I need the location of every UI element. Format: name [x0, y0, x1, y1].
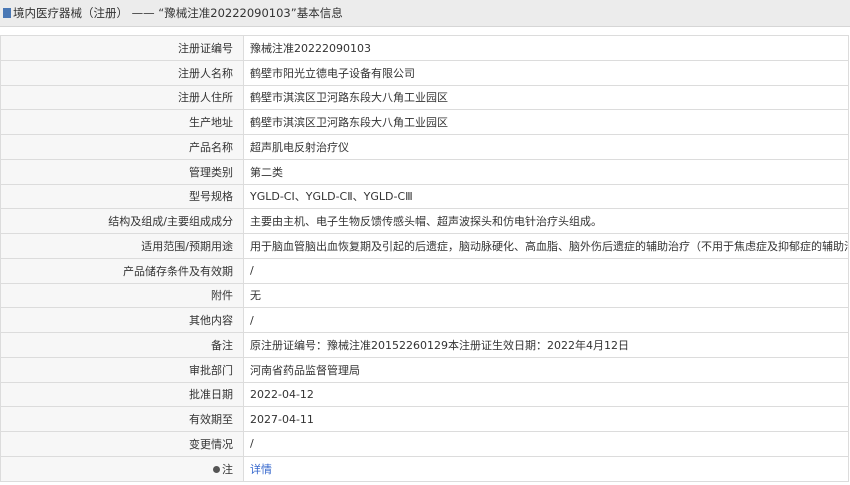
note-value-cell: 详情 — [243, 455, 849, 482]
row-value: 豫械注准20222090103 — [243, 35, 849, 61]
note-label: 注 — [222, 462, 233, 476]
table-row: 注册人住所 鹤壁市淇滨区卫河路东段大八角工业园区 — [0, 84, 849, 111]
row-value: 2027-04-11 — [243, 406, 849, 432]
table-row: 审批部门 河南省药品监督管理局 — [0, 356, 849, 383]
row-value: / — [243, 431, 849, 457]
row-label: 适用范围/预期用途 — [0, 233, 244, 259]
row-value: 用于脑血管脑出血恢复期及引起的后遗症，脑动脉硬化、高血脂、脑外伤后遗症的辅助治疗… — [243, 233, 849, 259]
row-value: 2022-04-12 — [243, 381, 849, 408]
details-link[interactable]: 详情 — [250, 463, 272, 476]
row-value: YGLD-CⅠ、YGLD-CⅡ、YGLD-CⅢ — [243, 183, 849, 210]
row-label: 附件 — [0, 282, 244, 309]
table-row: 备注 原注册证编号：豫械注准20152260129本注册证生效日期：2022年4… — [0, 332, 849, 358]
row-value: / — [243, 257, 849, 284]
note-label-cell: 注 — [0, 455, 244, 482]
row-label: 管理类别 — [0, 158, 244, 185]
table-row: 有效期至 2027-04-11 — [0, 406, 849, 432]
document-icon — [3, 8, 11, 18]
table-row: 批准日期 2022-04-12 — [0, 381, 849, 408]
row-value: 原注册证编号：豫械注准20152260129本注册证生效日期：2022年4月12… — [243, 332, 849, 358]
row-label: 注册人住所 — [0, 84, 244, 111]
row-label: 型号规格 — [0, 183, 244, 210]
table-row: 管理类别 第二类 — [0, 158, 849, 185]
row-value: 鹤壁市阳光立德电子设备有限公司 — [243, 59, 849, 86]
row-value: 超声肌电反射治疗仪 — [243, 134, 849, 160]
table-row: 变更情况 / — [0, 431, 849, 457]
row-label: 注册人名称 — [0, 59, 244, 86]
row-label: 审批部门 — [0, 356, 244, 383]
table-row: 型号规格 YGLD-CⅠ、YGLD-CⅡ、YGLD-CⅢ — [0, 183, 849, 210]
row-value: / — [243, 307, 849, 333]
table-row: 生产地址 鹤壁市淇滨区卫河路东段大八角工业园区 — [0, 109, 849, 135]
row-label: 变更情况 — [0, 431, 244, 457]
row-label: 其他内容 — [0, 307, 244, 333]
row-label: 有效期至 — [0, 406, 244, 432]
row-label: 生产地址 — [0, 109, 244, 135]
row-value: 鹤壁市淇滨区卫河路东段大八角工业园区 — [243, 84, 849, 111]
table-row: 结构及组成/主要组成成分 主要由主机、电子生物反馈传感头帽、超声波探头和仿电针治… — [0, 208, 849, 234]
info-table: 注册证编号 豫械注准20222090103 注册人名称 鹤壁市阳光立德电子设备有… — [0, 35, 849, 482]
table-row: 注册证编号 豫械注准20222090103 — [0, 35, 849, 61]
row-value: 鹤壁市淇滨区卫河路东段大八角工业园区 — [243, 109, 849, 135]
note-row: 注 详情 — [0, 455, 849, 482]
row-value: 无 — [243, 282, 849, 309]
table-row: 产品储存条件及有效期 / — [0, 257, 849, 284]
table-row: 其他内容 / — [0, 307, 849, 333]
row-value: 主要由主机、电子生物反馈传感头帽、超声波探头和仿电针治疗头组成。 — [243, 208, 849, 234]
table-row: 适用范围/预期用途 用于脑血管脑出血恢复期及引起的后遗症，脑动脉硬化、高血脂、脑… — [0, 233, 849, 259]
row-label: 批准日期 — [0, 381, 244, 408]
row-label: 产品名称 — [0, 134, 244, 160]
row-label: 备注 — [0, 332, 244, 358]
row-value: 第二类 — [243, 158, 849, 185]
row-label: 产品储存条件及有效期 — [0, 257, 244, 284]
row-label: 结构及组成/主要组成成分 — [0, 208, 244, 234]
table-row: 产品名称 超声肌电反射治疗仪 — [0, 134, 849, 160]
pin-icon — [213, 466, 220, 474]
table-row: 注册人名称 鹤壁市阳光立德电子设备有限公司 — [0, 59, 849, 86]
page-header: 境内医疗器械（注册） —— “豫械注准20222090103”基本信息 — [0, 0, 850, 27]
table-row: 附件 无 — [0, 282, 849, 309]
row-value: 河南省药品监督管理局 — [243, 356, 849, 383]
page-title: 境内医疗器械（注册） —— “豫械注准20222090103”基本信息 — [13, 6, 343, 20]
row-label: 注册证编号 — [0, 35, 244, 61]
